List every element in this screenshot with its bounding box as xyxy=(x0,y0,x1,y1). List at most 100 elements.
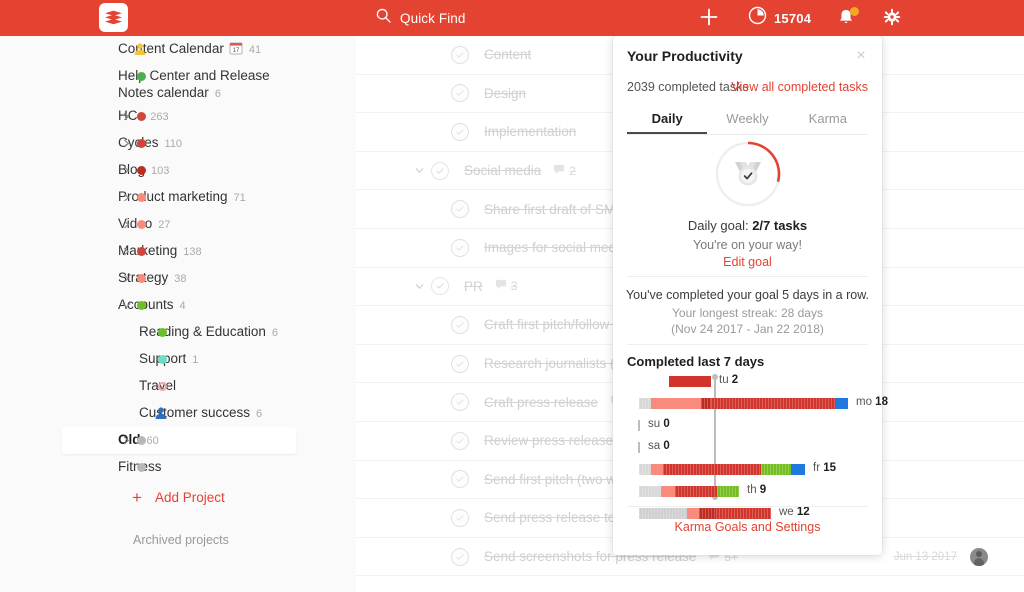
sidebar-item-travel[interactable]: Travel xyxy=(0,373,356,400)
chart-center-axis xyxy=(714,376,716,498)
comment-count[interactable]: 3 xyxy=(495,279,518,293)
chart-bar-segment xyxy=(699,508,716,519)
project-color-dot xyxy=(137,463,146,472)
todoist-logo[interactable] xyxy=(99,3,128,32)
chart-bar-segment xyxy=(639,486,661,497)
chart-bar-segment xyxy=(701,398,711,409)
person-icon xyxy=(154,406,168,420)
project-color-dot xyxy=(137,220,146,229)
tab-daily[interactable]: Daily xyxy=(627,104,707,134)
task-checkbox[interactable] xyxy=(451,200,469,218)
karma-goals-and-settings-link[interactable]: Karma Goals and Settings xyxy=(613,520,882,534)
sidebar-item-accounts[interactable]: Accounts4 xyxy=(0,292,356,319)
divider xyxy=(627,506,868,507)
chart-title: Completed last 7 days xyxy=(627,354,764,369)
quick-find-button[interactable]: Quick Find xyxy=(376,0,466,36)
daily-goal-value: 2/7 tasks xyxy=(752,218,807,233)
task-due-date: Jun 13 2017 xyxy=(894,551,957,563)
sidebar-item-content-calendar[interactable]: Content Calendar1741 xyxy=(0,36,356,63)
sidebar-item-blog[interactable]: Blog103 xyxy=(0,157,356,184)
chart-bar-label-th: th 9 xyxy=(747,484,766,496)
task-checkbox[interactable] xyxy=(451,470,469,488)
project-color-dot xyxy=(137,436,146,445)
divider xyxy=(627,276,868,277)
chart-bar-segment xyxy=(669,376,711,387)
task-checkbox[interactable] xyxy=(451,46,469,64)
task-title: PR xyxy=(464,279,483,294)
divider xyxy=(627,344,868,345)
chevron-right-icon[interactable] xyxy=(120,192,132,204)
sidebar-item-strategy[interactable]: Strategy38 xyxy=(0,265,356,292)
project-task-count: 27 xyxy=(158,219,170,231)
sidebar-item-customer-success[interactable]: Customer success6 xyxy=(0,400,356,427)
add-project-button[interactable]: + Add Project xyxy=(0,483,356,511)
notifications-button[interactable] xyxy=(836,7,860,31)
avatar[interactable] xyxy=(970,548,988,566)
chevron-right-icon[interactable] xyxy=(120,165,132,177)
chevron-down-icon[interactable] xyxy=(413,280,425,292)
chevron-down-icon[interactable] xyxy=(120,300,132,312)
project-task-count: 71 xyxy=(234,192,246,204)
add-task-button[interactable] xyxy=(697,7,721,31)
project-color-dot xyxy=(137,72,146,81)
plus-icon xyxy=(699,7,719,32)
task-checkbox[interactable] xyxy=(451,548,469,566)
chart-bar-label-su: su 0 xyxy=(648,418,670,430)
view-all-completed-tasks-link[interactable]: View all completed tasks xyxy=(731,80,868,94)
task-checkbox[interactable] xyxy=(451,316,469,334)
popup-title: Your Productivity xyxy=(627,48,743,64)
project-color-dot xyxy=(137,166,146,175)
tab-weekly[interactable]: Weekly xyxy=(707,104,787,134)
chart-bar-label-we: we 12 xyxy=(779,506,810,518)
sidebar-item-hcs[interactable]: HCs263 xyxy=(0,103,356,130)
task-checkbox[interactable] xyxy=(451,123,469,141)
sidebar-item-video[interactable]: Video27 xyxy=(0,211,356,238)
chart-bar-segment xyxy=(638,442,640,453)
sidebar-item-help-center-and-release-notes-calendar[interactable]: Help Center and Release Notes calendar6 xyxy=(0,63,356,103)
task-title: Social media xyxy=(464,163,541,178)
calendar-icon: 17 xyxy=(229,41,243,55)
chart-bar-segment xyxy=(791,464,805,475)
chevron-right-icon[interactable] xyxy=(120,273,132,285)
notification-badge xyxy=(850,7,859,16)
project-color-dot xyxy=(137,301,146,310)
gear-icon xyxy=(882,7,902,27)
project-list: Content Calendar1741Help Center and Rele… xyxy=(0,36,356,481)
project-name: Help Center and Release Notes calendar6 xyxy=(118,63,293,103)
task-title: Design xyxy=(484,86,526,101)
sidebar-item-fitness[interactable]: Fitness xyxy=(0,454,356,481)
project-task-count: 6 xyxy=(215,88,221,100)
karma-button[interactable]: 15704 xyxy=(748,6,811,30)
archived-projects-link[interactable]: Archived projects xyxy=(133,533,229,547)
chevron-right-icon[interactable] xyxy=(120,219,132,231)
edit-goal-link[interactable]: Edit goal xyxy=(613,255,882,269)
chevron-right-icon[interactable] xyxy=(120,138,132,150)
sidebar-item-support[interactable]: Support1 xyxy=(0,346,356,373)
completed-last-7-days-chart: tu 2mo 18su 0sa 0fr 15th 9we 12 xyxy=(627,376,868,498)
chevron-right-icon[interactable] xyxy=(120,111,132,123)
chevron-right-icon[interactable] xyxy=(120,435,132,447)
sidebar-item-product-marketing[interactable]: Product marketing71 xyxy=(0,184,356,211)
task-checkbox[interactable] xyxy=(451,509,469,527)
comment-count[interactable]: 2 xyxy=(553,164,576,178)
sidebar-item-marketing[interactable]: Marketing138 xyxy=(0,238,356,265)
task-checkbox[interactable] xyxy=(451,355,469,373)
streak-dates: (Nov 24 2017 - Jan 22 2018) xyxy=(613,322,882,336)
chevron-down-icon[interactable] xyxy=(413,165,425,177)
chart-bar-segment xyxy=(675,486,717,497)
task-checkbox[interactable] xyxy=(451,432,469,450)
sidebar-item-old[interactable]: Old60 xyxy=(62,427,296,454)
sidebar-item-cycles[interactable]: Cycles110 xyxy=(0,130,356,157)
task-checkbox[interactable] xyxy=(451,393,469,411)
comment-icon xyxy=(553,164,565,178)
settings-button[interactable] xyxy=(882,7,906,31)
task-checkbox[interactable] xyxy=(431,277,449,295)
task-checkbox[interactable] xyxy=(451,84,469,102)
chart-bar-segment xyxy=(639,508,687,519)
task-checkbox[interactable] xyxy=(451,239,469,257)
sidebar-item-reading-education[interactable]: Reading & Education6 xyxy=(0,319,356,346)
close-icon[interactable]: × xyxy=(852,47,870,65)
tab-karma[interactable]: Karma xyxy=(788,104,868,134)
task-checkbox[interactable] xyxy=(431,162,449,180)
chevron-right-icon[interactable] xyxy=(120,246,132,258)
